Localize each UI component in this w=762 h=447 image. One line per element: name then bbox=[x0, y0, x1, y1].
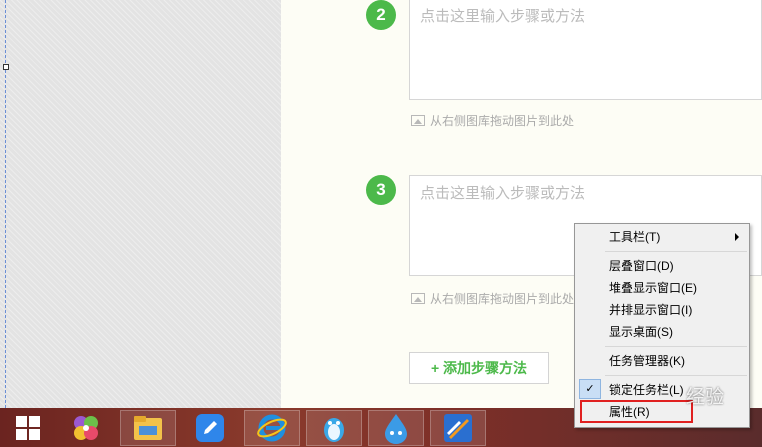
taskbar-app-button[interactable] bbox=[306, 410, 362, 446]
taskbar-app-button[interactable] bbox=[368, 410, 424, 446]
step-text-input[interactable]: 点击这里输入步骤或方法 bbox=[409, 0, 762, 100]
menu-item-show-desktop[interactable]: 显示桌面(S) bbox=[609, 322, 747, 342]
menu-separator bbox=[605, 375, 747, 376]
taskbar-app-button[interactable] bbox=[182, 410, 238, 446]
image-drop-hint-text: 从右侧图库拖动图片到此处 bbox=[430, 292, 575, 306]
water-drop-app-icon bbox=[385, 414, 407, 444]
add-step-button[interactable]: + 添加步骤方法 bbox=[409, 352, 549, 384]
image-drop-hint: 从右侧图库拖动图片到此处 bbox=[411, 112, 574, 129]
left-panel bbox=[0, 0, 281, 408]
image-icon bbox=[411, 293, 425, 304]
menu-item-stack-windows[interactable]: 堆叠显示窗口(E) bbox=[609, 278, 747, 298]
menu-item-task-manager[interactable]: 任务管理器(K) bbox=[609, 351, 747, 371]
image-icon bbox=[411, 115, 425, 126]
menu-item-lock-taskbar[interactable]: 锁定任务栏(L) bbox=[609, 380, 747, 400]
highlight-box bbox=[580, 400, 693, 423]
menu-separator bbox=[605, 346, 747, 347]
ie-browser-icon bbox=[257, 414, 287, 442]
start-button[interactable] bbox=[0, 410, 56, 446]
watermark: 经验 bbox=[686, 387, 725, 408]
resize-handle[interactable] bbox=[3, 64, 9, 70]
menu-item-cascade-windows[interactable]: 层叠窗口(D) bbox=[609, 256, 747, 276]
selection-guide bbox=[5, 0, 6, 408]
menu-item-label: 工具栏(T) bbox=[609, 230, 661, 244]
image-drop-hint: 从右侧图库拖动图片到此处 bbox=[411, 290, 574, 307]
taskbar-app-button[interactable] bbox=[430, 410, 486, 446]
qq-penguin-icon bbox=[324, 418, 344, 442]
file-explorer-icon bbox=[134, 416, 162, 440]
step-number-badge: 3 bbox=[366, 175, 396, 205]
submenu-arrow-icon bbox=[735, 233, 739, 241]
taskbar-app-button[interactable] bbox=[244, 410, 300, 446]
taskbar-app-button[interactable] bbox=[120, 410, 176, 446]
flower-app-icon bbox=[74, 416, 98, 440]
media-app-icon bbox=[444, 414, 472, 442]
image-drop-hint-text: 从右侧图库拖动图片到此处 bbox=[430, 114, 575, 128]
edit-pen-icon bbox=[196, 414, 224, 442]
windows-start-icon bbox=[16, 416, 40, 440]
menu-separator bbox=[605, 251, 747, 252]
checkmark-icon: ✓ bbox=[579, 379, 601, 399]
menu-item-side-by-side[interactable]: 并排显示窗口(I) bbox=[609, 300, 747, 320]
step-number-badge: 2 bbox=[366, 0, 396, 30]
taskbar-app-button[interactable] bbox=[58, 410, 114, 446]
menu-item-toolbars[interactable]: 工具栏(T) bbox=[609, 227, 747, 247]
